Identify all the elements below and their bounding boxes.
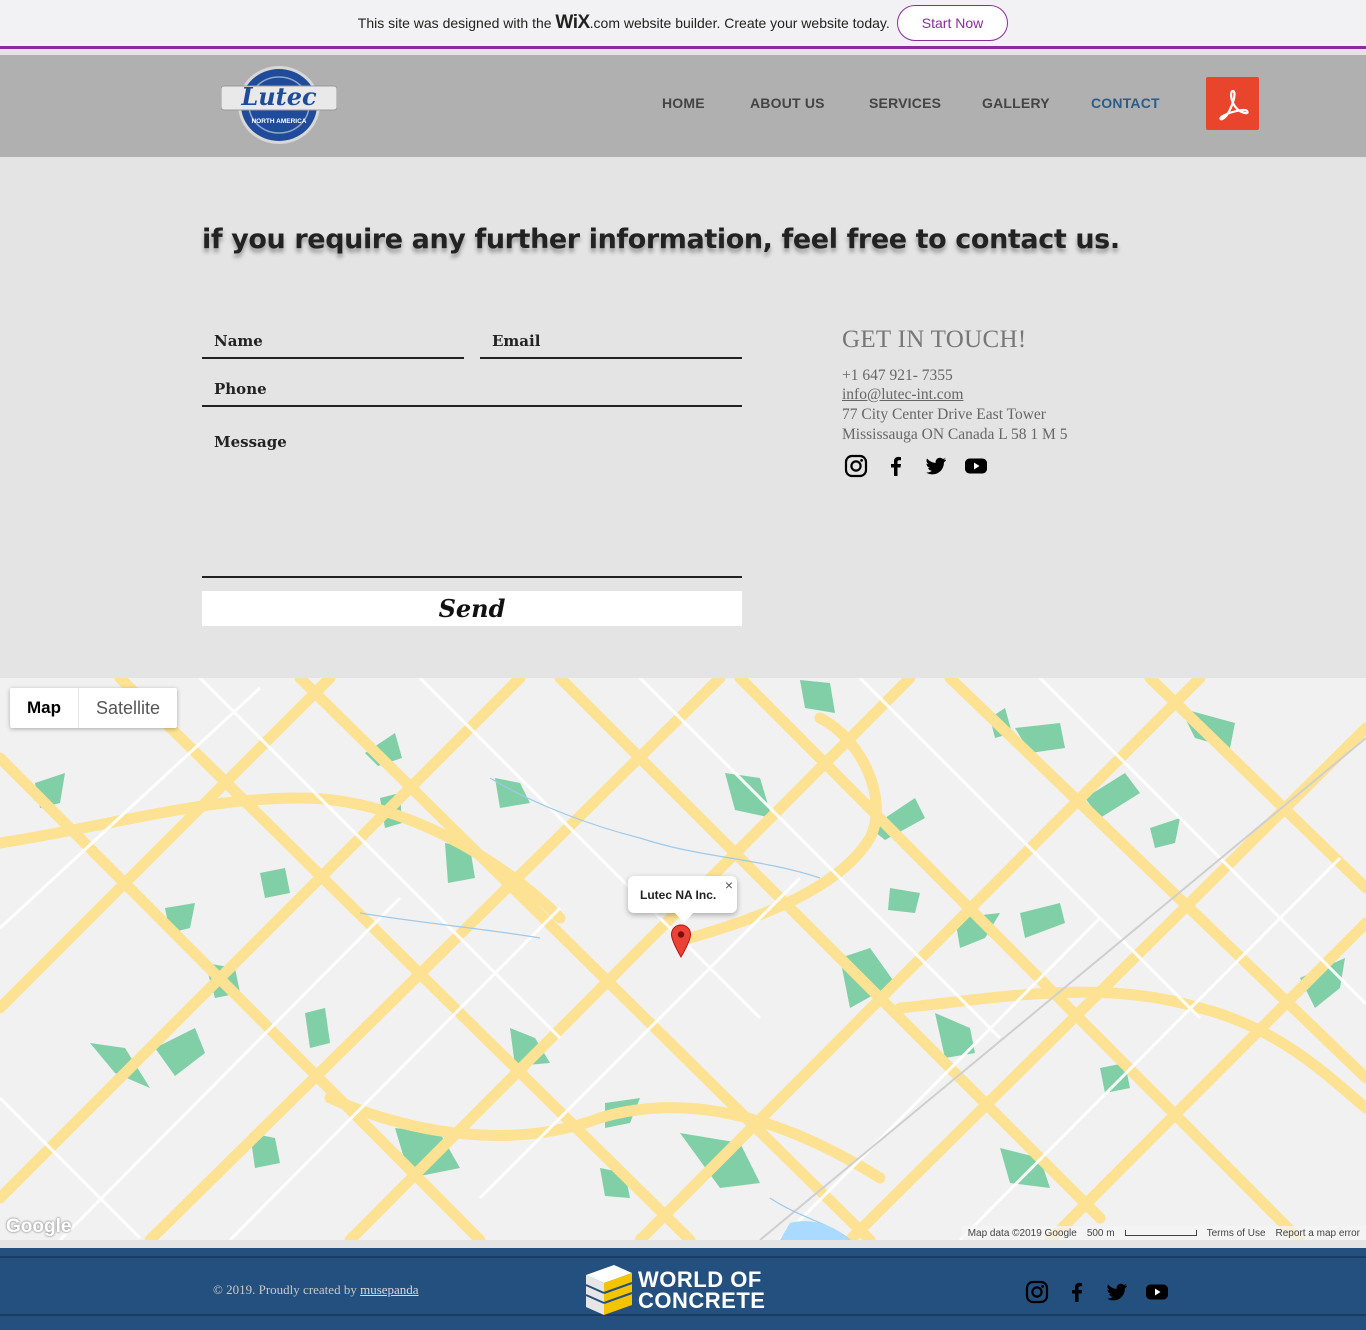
map-attribution-bar: Map data ©2019 Google 500 m Terms of Use… — [961, 1226, 1366, 1240]
phone-field-label: Phone — [214, 380, 267, 398]
youtube-icon[interactable] — [964, 454, 988, 478]
contact-address-line1: 77 City Center Drive East Tower — [842, 406, 1046, 423]
concrete-block-icon — [585, 1265, 633, 1315]
contact-phone: +1 647 921- 7355 — [842, 367, 953, 384]
nav-services[interactable]: SERVICES — [869, 95, 941, 111]
contact-email-link[interactable]: info@lutec-int.com — [842, 386, 963, 404]
map-major-roads — [0, 678, 1366, 1240]
nav-home[interactable]: HOME — [662, 95, 705, 111]
youtube-icon[interactable] — [1145, 1280, 1169, 1304]
get-in-touch-title: GET IN TOUCH! — [842, 326, 1027, 353]
google-logo[interactable]: Google — [6, 1216, 71, 1238]
footer-gap — [0, 1240, 1366, 1248]
copyright-text: © 2019. Proudly created by — [213, 1282, 361, 1297]
musepanda-link[interactable]: musepanda — [360, 1282, 418, 1297]
footer-copyright: © 2019. Proudly created by musepanda — [213, 1282, 419, 1298]
email-field[interactable]: Email — [480, 324, 742, 359]
map-water — [780, 1221, 850, 1240]
wix-banner-text: This site was designed with the WiX.com … — [358, 12, 890, 34]
start-now-button[interactable]: Start Now — [896, 5, 1009, 41]
wix-text-before: This site was designed with the — [357, 15, 556, 31]
marker-info-title: Lutec NA Inc. — [640, 888, 717, 902]
site-footer: © 2019. Proudly created by musepanda WOR… — [0, 1248, 1366, 1330]
name-field-label: Name — [214, 332, 263, 350]
map-report-error-link[interactable]: Report a map error — [1276, 1228, 1360, 1239]
map-type-map-button[interactable]: Map — [10, 688, 78, 728]
wix-text-after: website builder. Create your website tod… — [619, 15, 890, 31]
woc-line1: WORLD OF — [638, 1267, 762, 1292]
logo-wordmark: Lutec — [240, 82, 317, 111]
wix-banner: This site was designed with the WiX.com … — [0, 0, 1366, 46]
map-tiles[interactable] — [0, 678, 1366, 1240]
name-field[interactable]: Name — [202, 324, 464, 359]
message-field-label: Message — [214, 433, 287, 451]
footer-social-links — [1025, 1280, 1169, 1304]
map-scale-label[interactable]: 500 m — [1087, 1228, 1115, 1239]
adobe-pdf-icon — [1218, 89, 1249, 120]
nav-contact[interactable]: CONTACT — [1091, 95, 1160, 111]
world-of-concrete-wordmark: WORLD OF CONCRETE — [638, 1267, 766, 1313]
twitter-icon[interactable] — [924, 454, 948, 478]
map-data-attribution: Map data ©2019 Google — [967, 1227, 1077, 1239]
map-marker-icon[interactable] — [670, 924, 692, 958]
site-header: Lutec NORTH AMERICA HOME ABOUT US SERVIC… — [0, 55, 1366, 157]
banner-divider — [0, 46, 1366, 49]
world-of-concrete-logo[interactable]: WORLD OF CONCRETE — [584, 1263, 765, 1317]
map-terms-link[interactable]: Terms of Use — [1207, 1228, 1266, 1239]
contact-social-links — [844, 454, 988, 478]
map-type-toggle: Map Satellite — [10, 688, 178, 728]
message-field[interactable]: Message — [202, 420, 742, 578]
send-button[interactable]: Send — [202, 591, 742, 626]
lutec-logo[interactable]: Lutec NORTH AMERICA — [220, 61, 338, 145]
logo-subtitle: NORTH AMERICA — [251, 118, 306, 125]
contact-headline: if you require any further information, … — [202, 224, 1120, 255]
pdf-download-button[interactable] — [1206, 77, 1259, 130]
instagram-icon[interactable] — [1025, 1280, 1049, 1304]
contact-address-line2: Mississauga ON Canada L 58 1 M 5 — [842, 426, 1068, 443]
close-icon[interactable]: × — [725, 877, 733, 893]
nav-about-us[interactable]: ABOUT US — [750, 95, 825, 111]
woc-line2: CONCRETE — [638, 1288, 766, 1313]
map-scale-bar — [1124, 1230, 1197, 1236]
wix-logo: WiX — [555, 12, 590, 33]
nav-gallery[interactable]: GALLERY — [982, 95, 1050, 111]
facebook-icon[interactable] — [884, 454, 908, 478]
google-map[interactable]: Map Satellite Lutec NA Inc. × Google Map… — [0, 678, 1366, 1240]
map-type-satellite-button[interactable]: Satellite — [78, 688, 177, 728]
footer-top-stripe — [0, 1256, 1366, 1258]
wix-logo-com: .com — [589, 15, 620, 31]
twitter-icon[interactable] — [1105, 1280, 1129, 1304]
marker-info-window: Lutec NA Inc. × — [628, 876, 737, 923]
instagram-icon[interactable] — [844, 454, 868, 478]
email-field-label: Email — [492, 332, 541, 350]
phone-field[interactable]: Phone — [202, 372, 742, 407]
facebook-icon[interactable] — [1065, 1280, 1089, 1304]
